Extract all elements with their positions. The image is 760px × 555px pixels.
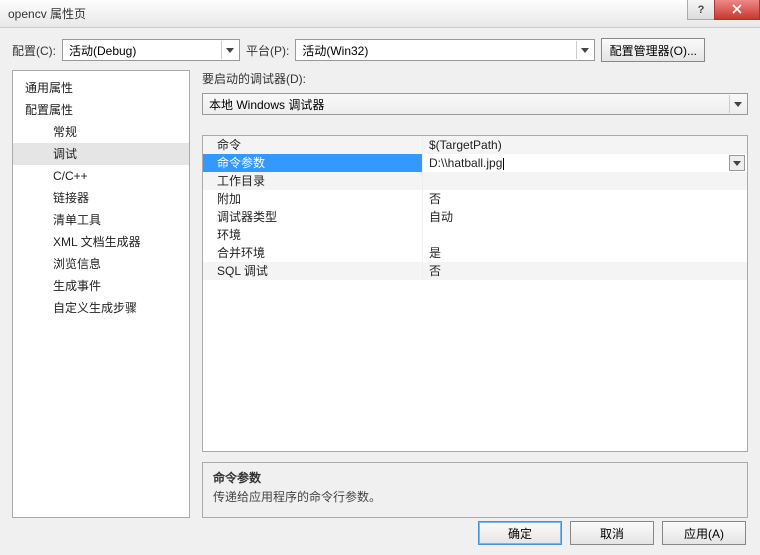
config-label: 配置(C):: [12, 42, 56, 59]
close-button[interactable]: [714, 0, 760, 20]
platform-combo[interactable]: 活动(Win32): [295, 39, 595, 61]
grid-row[interactable]: 调试器类型自动: [203, 208, 747, 226]
tree-view[interactable]: 通用属性配置属性常规调试C/C++链接器清单工具XML 文档生成器浏览信息生成事…: [12, 70, 190, 518]
apply-button[interactable]: 应用(A): [662, 521, 746, 545]
config-toolbar: 配置(C): 活动(Debug) 平台(P): 活动(Win32) 配置管理器(…: [0, 28, 760, 70]
tree-item[interactable]: 调试: [13, 143, 189, 165]
tree-item[interactable]: 清单工具: [13, 209, 189, 231]
main-area: 通用属性配置属性常规调试C/C++链接器清单工具XML 文档生成器浏览信息生成事…: [0, 70, 760, 518]
grid-cell-name: 工作目录: [203, 172, 423, 190]
description-panel: 命令参数 传递给应用程序的命令行参数。: [202, 462, 748, 518]
grid-row[interactable]: 工作目录: [203, 172, 747, 190]
config-combo-value: 活动(Debug): [69, 42, 136, 59]
grid-cell-value[interactable]: $(TargetPath): [423, 136, 747, 154]
window-title: opencv 属性页: [8, 5, 86, 22]
right-column: 要启动的调试器(D): 本地 Windows 调试器 命令$(TargetPat…: [202, 70, 748, 518]
chevron-down-icon: [221, 41, 237, 59]
tree-item[interactable]: C/C++: [13, 165, 189, 187]
chevron-down-icon[interactable]: [729, 155, 745, 171]
chevron-down-icon: [729, 95, 745, 113]
titlebar: opencv 属性页 ?: [0, 0, 760, 28]
grid-cell-name: 命令参数: [203, 154, 423, 172]
dialog-buttons: 确定 取消 应用(A): [478, 521, 746, 545]
grid-cell-value[interactable]: [423, 172, 747, 190]
debugger-combo-value: 本地 Windows 调试器: [209, 96, 324, 113]
tree-item[interactable]: 通用属性: [13, 77, 189, 99]
close-icon: [732, 3, 742, 17]
tree-item[interactable]: 常规: [13, 121, 189, 143]
debugger-combo[interactable]: 本地 Windows 调试器: [202, 93, 748, 115]
config-manager-button[interactable]: 配置管理器(O)...: [601, 38, 705, 62]
grid-cell-value[interactable]: [423, 226, 747, 244]
grid-row[interactable]: 环境: [203, 226, 747, 244]
chevron-down-icon: [576, 41, 592, 59]
tree-item[interactable]: 浏览信息: [13, 253, 189, 275]
help-icon: ?: [698, 4, 705, 16]
grid-cell-name: 附加: [203, 190, 423, 208]
grid-row[interactable]: 命令参数D:\\hatball.jpg: [203, 154, 747, 172]
grid-row[interactable]: SQL 调试否: [203, 262, 747, 280]
cancel-button[interactable]: 取消: [570, 521, 654, 545]
description-text: 传递给应用程序的命令行参数。: [213, 488, 737, 505]
grid-cell-name: 环境: [203, 226, 423, 244]
debugger-label: 要启动的调试器(D):: [202, 70, 748, 87]
titlebar-buttons: ?: [688, 0, 760, 20]
ok-button[interactable]: 确定: [478, 521, 562, 545]
tree-item[interactable]: XML 文档生成器: [13, 231, 189, 253]
tree-item[interactable]: 自定义生成步骤: [13, 297, 189, 319]
grid-row[interactable]: 命令$(TargetPath): [203, 136, 747, 154]
grid-cell-name: 合并环境: [203, 244, 423, 262]
platform-label: 平台(P):: [246, 42, 289, 59]
config-combo[interactable]: 活动(Debug): [62, 39, 240, 61]
tree-item[interactable]: 配置属性: [13, 99, 189, 121]
property-grid[interactable]: 命令$(TargetPath)命令参数D:\\hatball.jpg工作目录附加…: [202, 135, 748, 452]
grid-cell-name: 调试器类型: [203, 208, 423, 226]
tree-item[interactable]: 链接器: [13, 187, 189, 209]
grid-cell-value[interactable]: 自动: [423, 208, 747, 226]
platform-combo-value: 活动(Win32): [302, 42, 368, 59]
grid-cell-value[interactable]: D:\\hatball.jpg: [423, 154, 747, 172]
grid-cell-value[interactable]: 否: [423, 262, 747, 280]
help-button[interactable]: ?: [687, 0, 715, 20]
description-title: 命令参数: [213, 469, 737, 486]
grid-cell-value[interactable]: 是: [423, 244, 747, 262]
grid-row[interactable]: 附加否: [203, 190, 747, 208]
grid-row[interactable]: 合并环境是: [203, 244, 747, 262]
grid-cell-value[interactable]: 否: [423, 190, 747, 208]
grid-cell-name: 命令: [203, 136, 423, 154]
grid-cell-name: SQL 调试: [203, 262, 423, 280]
tree-item[interactable]: 生成事件: [13, 275, 189, 297]
